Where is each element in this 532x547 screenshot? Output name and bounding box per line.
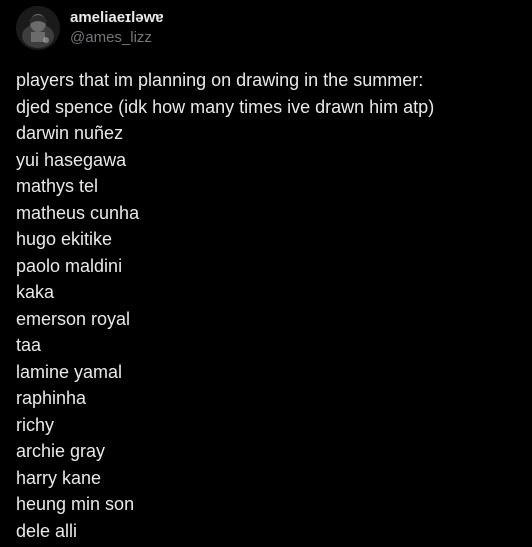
profile-photo-icon <box>16 6 60 50</box>
post-text-line: darwin nuñez <box>16 123 124 143</box>
user-handle[interactable]: @ames_lizz <box>70 28 164 48</box>
post-text-line: heung min son <box>16 494 135 514</box>
post-text-line: dele alli <box>16 520 78 541</box>
post-text: players that im planning on drawing in t… <box>16 67 524 544</box>
post-text-line: richy <box>16 414 55 435</box>
post-text-line: djed spence (idk how many times ive draw… <box>16 96 435 117</box>
post-text-line: emerson royal <box>16 308 131 329</box>
avatar[interactable] <box>16 6 60 50</box>
post-text-line: paolo maldini <box>16 255 123 276</box>
post-text-line: harry kane <box>16 467 102 488</box>
post-text-line: lamine yamal <box>16 361 123 382</box>
post-text-line: raphinha <box>16 388 87 408</box>
post-text-line: archie gray <box>16 441 106 461</box>
post-text-line: yui hasegawa <box>16 149 127 170</box>
post-header: ameliaeɪləwɐ @ames_lizz <box>16 6 164 50</box>
author-names: ameliaeɪləwɐ @ames_lizz <box>70 8 164 48</box>
post-text-line: players that im planning on drawing in t… <box>16 70 424 90</box>
display-name[interactable]: ameliaeɪləwɐ <box>70 8 164 28</box>
post-text-line: taa <box>16 335 42 355</box>
post-text-line: kaka <box>16 282 55 302</box>
post-text-line: hugo ekitike <box>16 229 113 249</box>
post-text-line: mathys tel <box>16 176 99 196</box>
post-text-line: matheus cunha <box>16 202 140 223</box>
post: ameliaeɪləwɐ @ames_lizz players that im … <box>0 0 532 547</box>
